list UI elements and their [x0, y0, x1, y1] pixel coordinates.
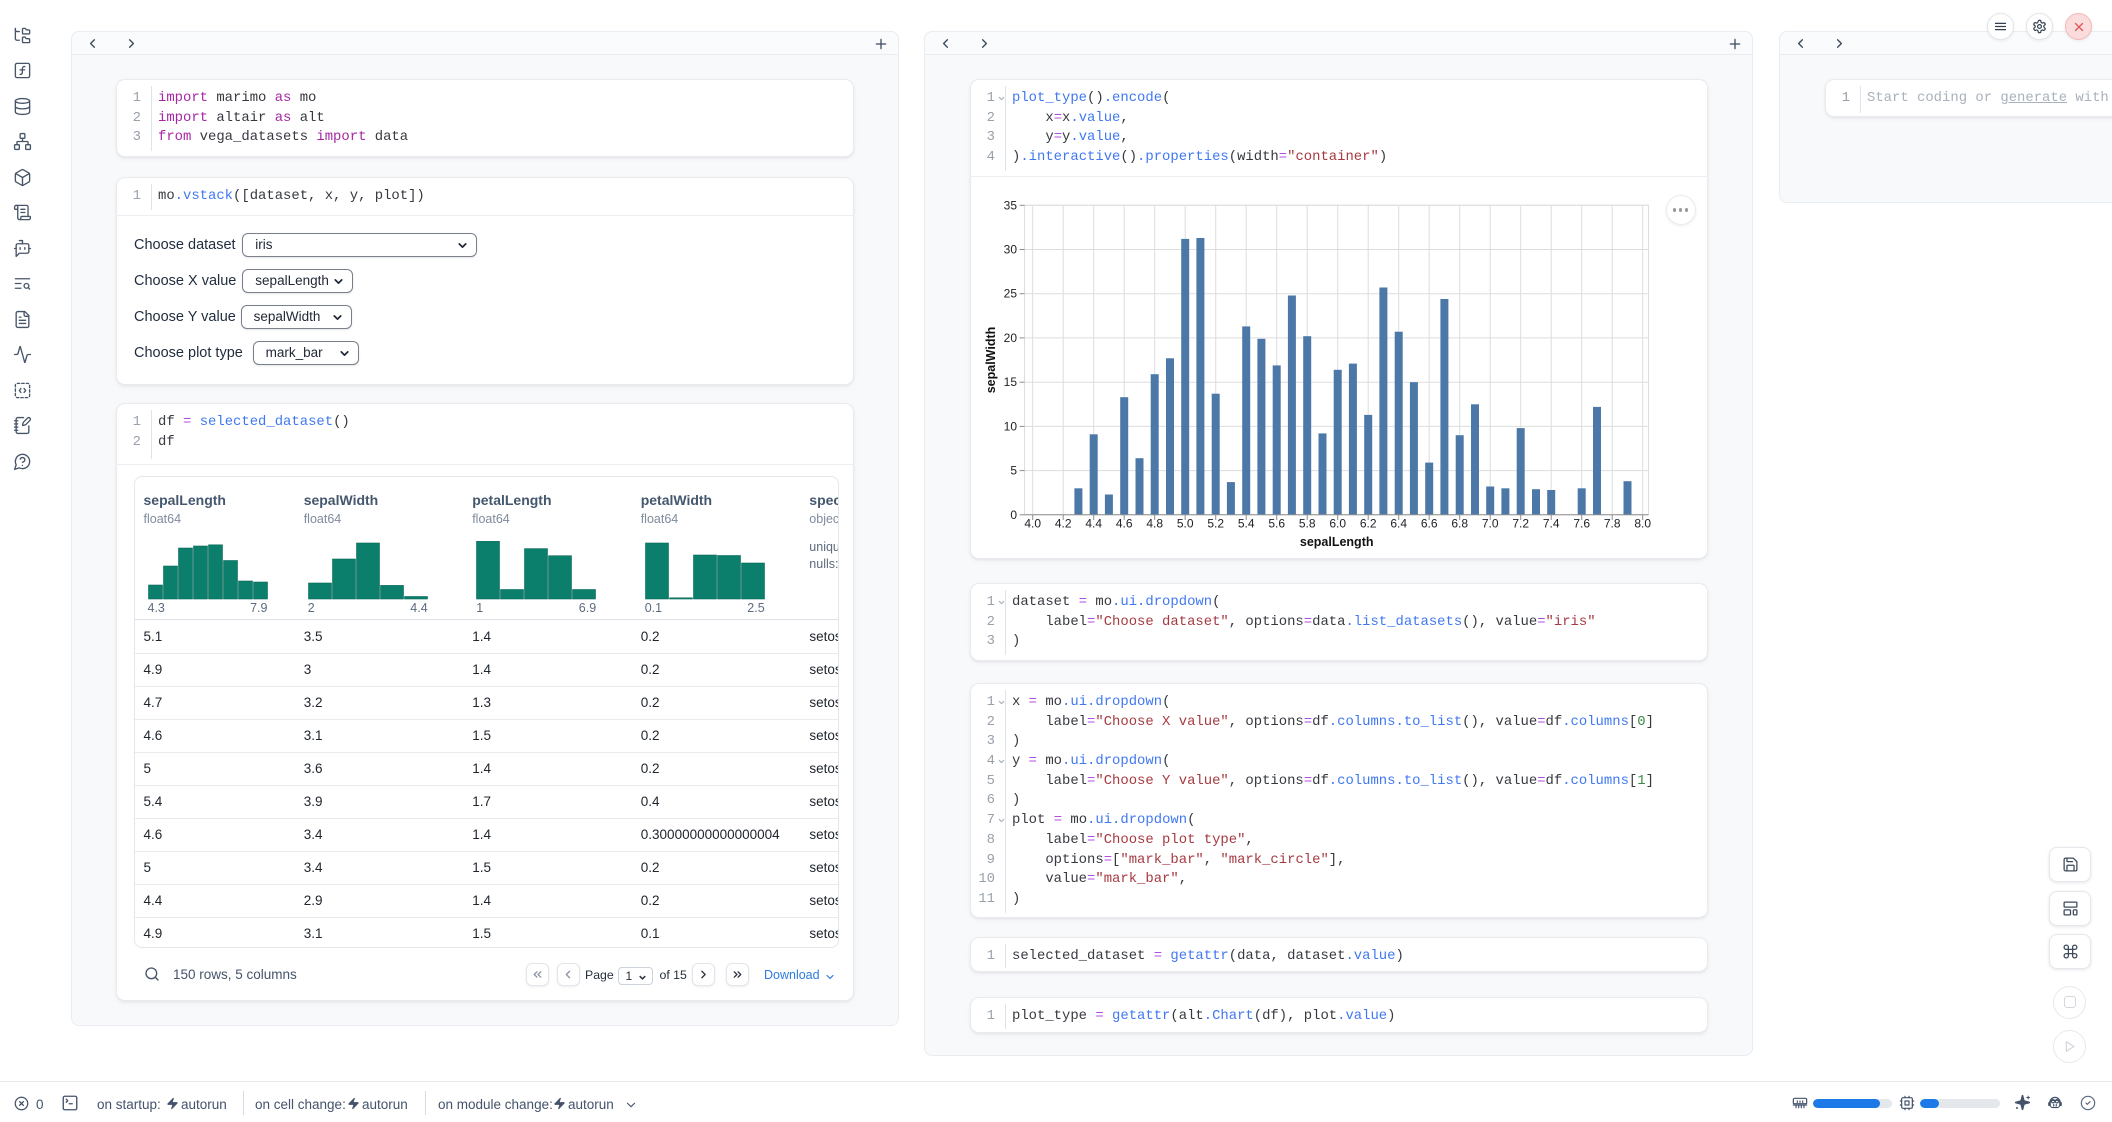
svg-text:5.2: 5.2	[1207, 517, 1224, 531]
svg-text:5.8: 5.8	[1299, 517, 1316, 531]
svg-text:35: 35	[1004, 198, 1018, 212]
svg-text:6.2: 6.2	[1360, 517, 1377, 531]
svg-text:15: 15	[1004, 375, 1018, 389]
svg-text:5.4: 5.4	[1238, 517, 1255, 531]
svg-text:25: 25	[1004, 287, 1018, 301]
svg-text:4.8: 4.8	[1146, 517, 1163, 531]
svg-text:5: 5	[1010, 464, 1017, 478]
svg-text:7.4: 7.4	[1543, 517, 1560, 531]
svg-text:20: 20	[1004, 331, 1018, 345]
svg-text:30: 30	[1004, 243, 1018, 257]
svg-text:0: 0	[1010, 508, 1017, 522]
svg-text:6.0: 6.0	[1329, 517, 1346, 531]
svg-text:6.6: 6.6	[1421, 517, 1438, 531]
svg-text:8.0: 8.0	[1634, 517, 1651, 531]
svg-text:4.2: 4.2	[1055, 517, 1072, 531]
svg-text:5.0: 5.0	[1177, 517, 1194, 531]
svg-text:7.6: 7.6	[1573, 517, 1590, 531]
svg-text:7.2: 7.2	[1512, 517, 1529, 531]
svg-text:4.6: 4.6	[1116, 517, 1133, 531]
svg-text:10: 10	[1004, 419, 1018, 433]
svg-text:4.0: 4.0	[1024, 517, 1041, 531]
svg-text:sepalLength: sepalLength	[1300, 535, 1374, 549]
svg-text:7.0: 7.0	[1482, 517, 1499, 531]
svg-text:5.6: 5.6	[1268, 517, 1285, 531]
svg-text:7.8: 7.8	[1604, 517, 1621, 531]
svg-text:4.4: 4.4	[1085, 517, 1102, 531]
svg-text:6.4: 6.4	[1390, 517, 1407, 531]
svg-text:sepalWidth: sepalWidth	[984, 327, 998, 394]
svg-text:6.8: 6.8	[1451, 517, 1468, 531]
